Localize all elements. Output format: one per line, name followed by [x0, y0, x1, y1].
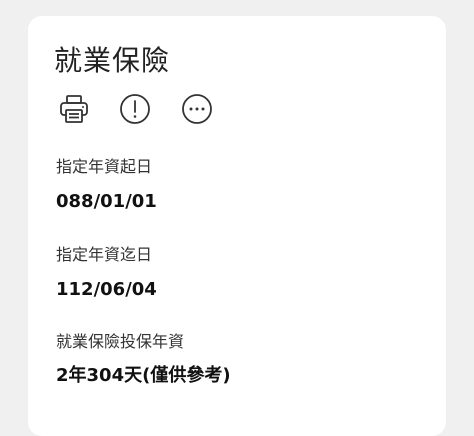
- more-icon: [182, 94, 212, 124]
- end-date-value: 112/06/04: [56, 279, 157, 300]
- end-date-label: 指定年資迄日: [56, 245, 153, 264]
- card-title: 就業保險: [54, 44, 171, 77]
- insured-years-value: 2年304天(僅供參考): [56, 365, 231, 386]
- info-button[interactable]: [118, 92, 152, 126]
- start-date-label: 指定年資起日: [56, 157, 153, 176]
- insured-years-label: 就業保險投保年資: [56, 332, 185, 351]
- more-button[interactable]: [180, 92, 214, 126]
- info-icon: [120, 94, 150, 124]
- print-button[interactable]: [57, 92, 91, 126]
- printer-icon: [60, 95, 88, 123]
- start-date-value: 088/01/01: [56, 191, 157, 212]
